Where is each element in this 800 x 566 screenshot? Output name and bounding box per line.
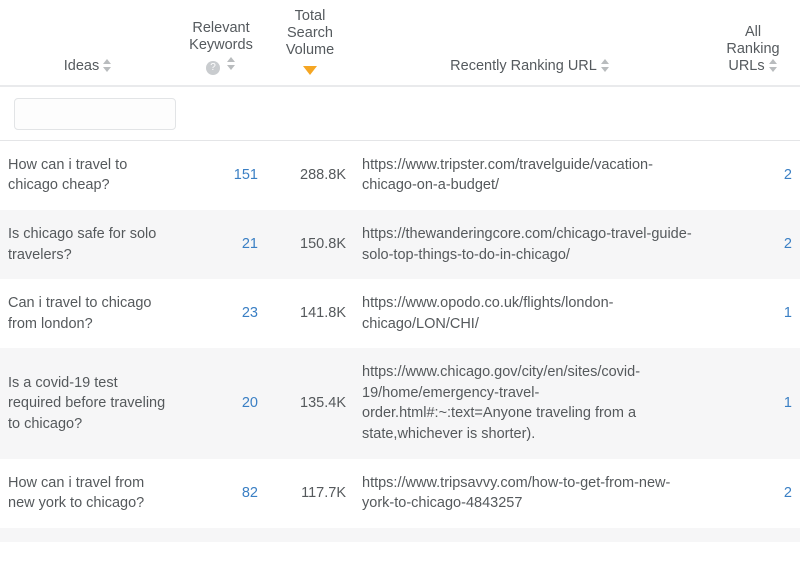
ideas-filter-input[interactable] <box>14 97 176 130</box>
column-header-ideas[interactable]: Ideas <box>0 0 176 87</box>
cell-recently-ranking-url[interactable]: https://www.opodo.co.uk/flights/london-c… <box>354 279 706 349</box>
column-header-all-ranking-urls[interactable]: All Ranking URLs <box>706 0 800 87</box>
column-header-relevant-keywords-line1: Relevant <box>192 20 250 37</box>
all-ranking-urls-link[interactable]: 1 <box>784 395 792 411</box>
column-header-relevant-keywords[interactable]: Relevant Keywords ? <box>176 0 266 87</box>
column-header-total-search-volume-line3: Volume <box>285 42 335 59</box>
sort-icon-all-ranking-urls[interactable] <box>768 59 778 73</box>
table-row-partial[interactable] <box>0 527 800 542</box>
cell-total-search-volume: 141.8K <box>266 279 354 349</box>
table-row[interactable]: Can i travel to chicago from london? 23 … <box>0 279 800 349</box>
table-header: Ideas Relevant Keywords ? Total Search V… <box>0 0 800 87</box>
cell-relevant-keywords: 21 <box>176 209 266 280</box>
cell-all-ranking-urls: 2 <box>706 140 800 210</box>
table-row[interactable]: Is chicago safe for solo travelers? 21 1… <box>0 209 800 280</box>
cell-all-ranking-urls: 1 <box>706 348 800 459</box>
table-row[interactable]: Is a covid-19 test required before trave… <box>0 348 800 459</box>
cell-idea: Is chicago safe for solo travelers? <box>0 209 176 280</box>
column-header-all-ranking-urls-line2: Ranking <box>726 41 780 58</box>
sort-descending-icon-total-search-volume[interactable] <box>303 66 317 76</box>
cell-recently-ranking-url[interactable]: https://www.tripster.com/travelguide/vac… <box>354 140 706 210</box>
all-ranking-urls-link[interactable]: 2 <box>784 485 792 501</box>
column-header-ideas-label: Ideas <box>63 58 100 75</box>
cell-idea: How can i travel from new york to chicag… <box>0 458 176 528</box>
help-icon[interactable]: ? <box>206 61 220 76</box>
cell-recently-ranking-url[interactable]: https://www.chicago.gov/city/en/sites/co… <box>354 348 706 459</box>
sort-icon-recently-ranking-url[interactable] <box>600 59 610 73</box>
cell-relevant-keywords: 151 <box>176 140 266 210</box>
column-header-all-ranking-urls-line1: All <box>744 24 762 40</box>
relevant-keywords-link[interactable]: 20 <box>242 395 258 411</box>
relevant-keywords-link[interactable]: 82 <box>242 485 258 501</box>
cell-recently-ranking-url[interactable]: https://www.tripsavvy.com/how-to-get-fro… <box>354 458 706 528</box>
cell-total-search-volume: 117.7K <box>266 458 354 528</box>
cell-total-search-volume: 150.8K <box>266 209 354 280</box>
keyword-ideas-table: Ideas Relevant Keywords ? Total Search V… <box>0 0 800 542</box>
all-ranking-urls-link[interactable]: 2 <box>784 167 792 183</box>
all-ranking-urls-link[interactable]: 1 <box>784 305 792 321</box>
all-ranking-urls-link[interactable]: 2 <box>784 236 792 252</box>
cell-total-search-volume: 135.4K <box>266 348 354 459</box>
sort-icon-relevant-keywords[interactable] <box>227 57 236 71</box>
cell-all-ranking-urls: 1 <box>706 279 800 349</box>
cell-all-ranking-urls: 2 <box>706 458 800 528</box>
cell-relevant-keywords: 20 <box>176 348 266 459</box>
relevant-keywords-link[interactable]: 23 <box>242 305 258 321</box>
cell-idea: Is a covid-19 test required before trave… <box>0 348 176 459</box>
cell-all-ranking-urls: 2 <box>706 209 800 280</box>
cell-total-search-volume: 288.8K <box>266 140 354 210</box>
cell-recently-ranking-url[interactable]: https://thewanderingcore.com/chicago-tra… <box>354 209 706 280</box>
relevant-keywords-link[interactable]: 151 <box>234 167 258 183</box>
table-row-partial-cell <box>0 527 800 542</box>
column-header-recently-ranking-url-label: Recently Ranking URL <box>450 58 597 75</box>
table-row[interactable]: How can i travel from new york to chicag… <box>0 458 800 528</box>
column-header-recently-ranking-url[interactable]: Recently Ranking URL <box>354 0 706 87</box>
sort-icon-ideas[interactable] <box>103 59 112 73</box>
table-row[interactable]: How can i travel to chicago cheap? 151 2… <box>0 140 800 210</box>
column-header-total-search-volume-line2: Search <box>287 25 333 42</box>
filter-cell <box>0 85 800 141</box>
filter-row <box>0 85 800 141</box>
cell-relevant-keywords: 23 <box>176 279 266 349</box>
cell-idea: How can i travel to chicago cheap? <box>0 140 176 210</box>
relevant-keywords-link[interactable]: 21 <box>242 236 258 252</box>
table-body: How can i travel to chicago cheap? 151 2… <box>0 85 800 542</box>
cell-idea: Can i travel to chicago from london? <box>0 279 176 349</box>
cell-relevant-keywords: 82 <box>176 458 266 528</box>
column-header-all-ranking-urls-line3: URLs <box>728 58 765 75</box>
column-header-total-search-volume[interactable]: Total Search Volume <box>266 0 354 87</box>
column-header-relevant-keywords-line2: Keywords <box>189 37 253 54</box>
column-header-total-search-volume-line1: Total <box>294 8 326 24</box>
table-header-row: Ideas Relevant Keywords ? Total Search V… <box>0 0 800 87</box>
